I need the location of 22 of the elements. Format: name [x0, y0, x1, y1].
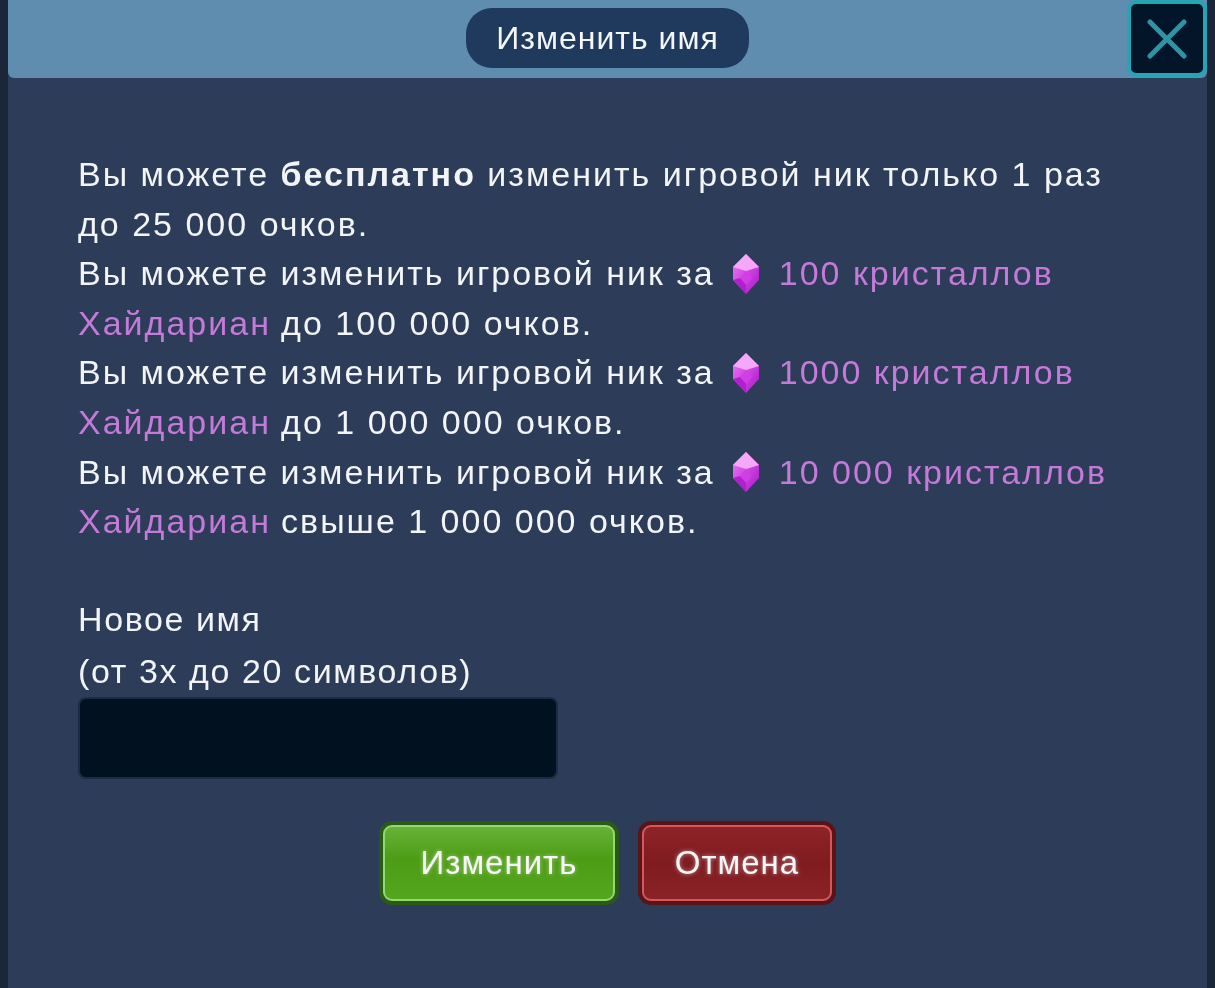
field-label: Новое имя	[78, 598, 263, 640]
currency-text: Хайдариан	[78, 302, 271, 344]
rule-text: Вы можете бесплатно изменить игровой ник только 1 раз до 25 000 очков.	[78, 154, 1104, 245]
field-hint: (от 3х до 20 символов)	[78, 650, 474, 692]
price-text: 100 кристаллов	[778, 253, 1054, 295]
crystal-icon	[732, 353, 759, 394]
currency-text: Хайдариан	[78, 501, 271, 543]
crystal-icon	[732, 254, 759, 294]
rule-text: Вы можете изменить игровой ник за	[78, 352, 715, 394]
name-input-field[interactable]	[78, 696, 558, 779]
currency-text: Хайдариан	[78, 401, 271, 443]
rule-text: свыше 1 000 000 очков.	[281, 501, 699, 543]
close-icon	[1147, 18, 1187, 59]
crystal-icon	[732, 452, 759, 493]
close-button[interactable]	[1127, 0, 1207, 77]
price-text: 1000 кристаллов	[778, 352, 1075, 394]
rule-text: до 100 000 очков.	[281, 302, 594, 344]
dialog-title: Изменить имя	[466, 8, 749, 68]
rule-text: до 1 000 000 очков.	[281, 401, 626, 443]
rule-text: Вы можете изменить игровой ник за	[78, 451, 715, 493]
rule-text: Вы можете изменить игровой ник за	[78, 253, 715, 295]
price-text: 10 000 кристаллов	[778, 451, 1108, 493]
